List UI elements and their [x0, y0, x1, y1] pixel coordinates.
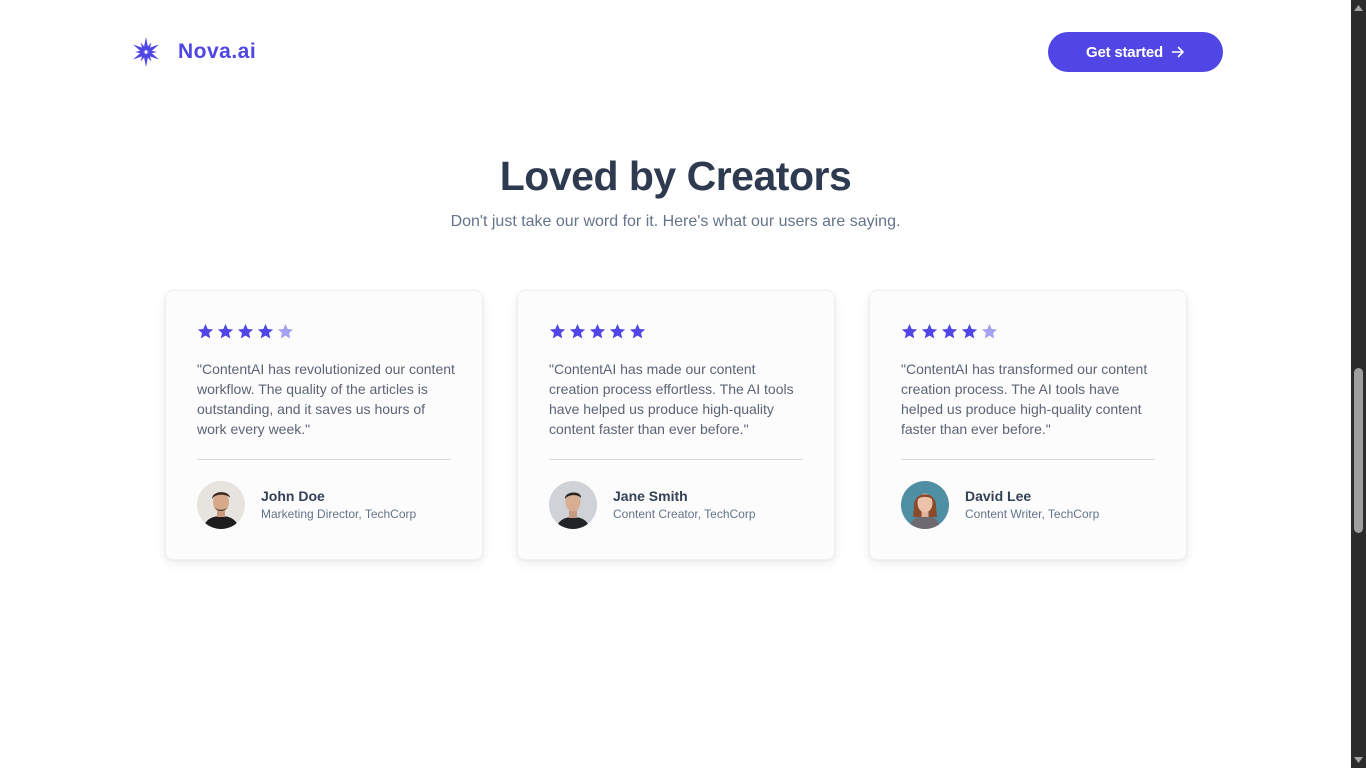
caret-up-icon — [1354, 5, 1363, 11]
star-rating — [197, 323, 294, 340]
star-icon — [629, 324, 646, 339]
divider — [901, 459, 1155, 460]
brand-logo[interactable]: Nova.ai — [128, 36, 256, 68]
star-icon — [941, 324, 958, 339]
scroll-down-button[interactable] — [1351, 752, 1366, 768]
testimonial-quote: "ContentAI has revolutionized our conten… — [197, 361, 455, 437]
get-started-label: Get started — [1086, 43, 1163, 61]
brand-name: Nova.ai — [178, 40, 257, 63]
star-icon — [277, 324, 294, 339]
author-name: Jane Smith — [613, 488, 688, 504]
caret-down-icon — [1354, 757, 1363, 763]
testimonial-quote: "ContentAI has transformed our content c… — [901, 361, 1148, 437]
star-icon — [569, 324, 586, 339]
vertical-scrollbar[interactable] — [1351, 0, 1366, 768]
avatar — [197, 481, 245, 529]
star-icon — [589, 324, 606, 339]
get-started-button[interactable]: Get started — [1048, 32, 1223, 72]
star-icon — [609, 324, 626, 339]
divider — [549, 459, 803, 460]
author-role: Marketing Director, TechCorp — [261, 507, 417, 521]
person-icon — [197, 481, 245, 529]
person-icon — [549, 481, 597, 529]
author-name: John Doe — [261, 488, 325, 504]
testimonial-quote: "ContentAI has made our content creation… — [549, 361, 794, 437]
star-icon — [217, 324, 234, 339]
star-rating — [901, 323, 998, 340]
arrow-right-icon — [1171, 46, 1184, 58]
avatar — [901, 481, 949, 529]
testimonial-card: "ContentAI has made our content creation… — [517, 290, 835, 560]
star-icon — [901, 324, 918, 339]
star-burst-icon — [133, 37, 159, 67]
person-icon — [901, 481, 949, 529]
star-icon — [257, 324, 274, 339]
testimonial-card: "ContentAI has transformed our content c… — [869, 290, 1187, 560]
star-icon — [197, 324, 214, 339]
star-icon — [237, 324, 254, 339]
page: Nova.ai Get started Loved by Creators Do… — [0, 0, 1351, 768]
section-subtitle: Don't just take our word for it. Here's … — [450, 213, 901, 230]
scroll-up-button[interactable] — [1351, 0, 1366, 16]
star-icon — [921, 324, 938, 339]
avatar — [549, 481, 597, 529]
testimonial-card: "ContentAI has revolutionized our conten… — [165, 290, 483, 560]
star-icon — [549, 324, 566, 339]
star-rating — [549, 323, 646, 340]
author-role: Content Writer, TechCorp — [965, 507, 1100, 521]
author-role: Content Creator, TechCorp — [613, 507, 756, 521]
author-name: David Lee — [965, 488, 1032, 504]
section-title: Loved by Creators — [499, 153, 852, 199]
star-icon — [981, 324, 998, 339]
divider — [197, 459, 451, 460]
star-icon — [961, 324, 978, 339]
scroll-thumb[interactable] — [1354, 368, 1363, 533]
